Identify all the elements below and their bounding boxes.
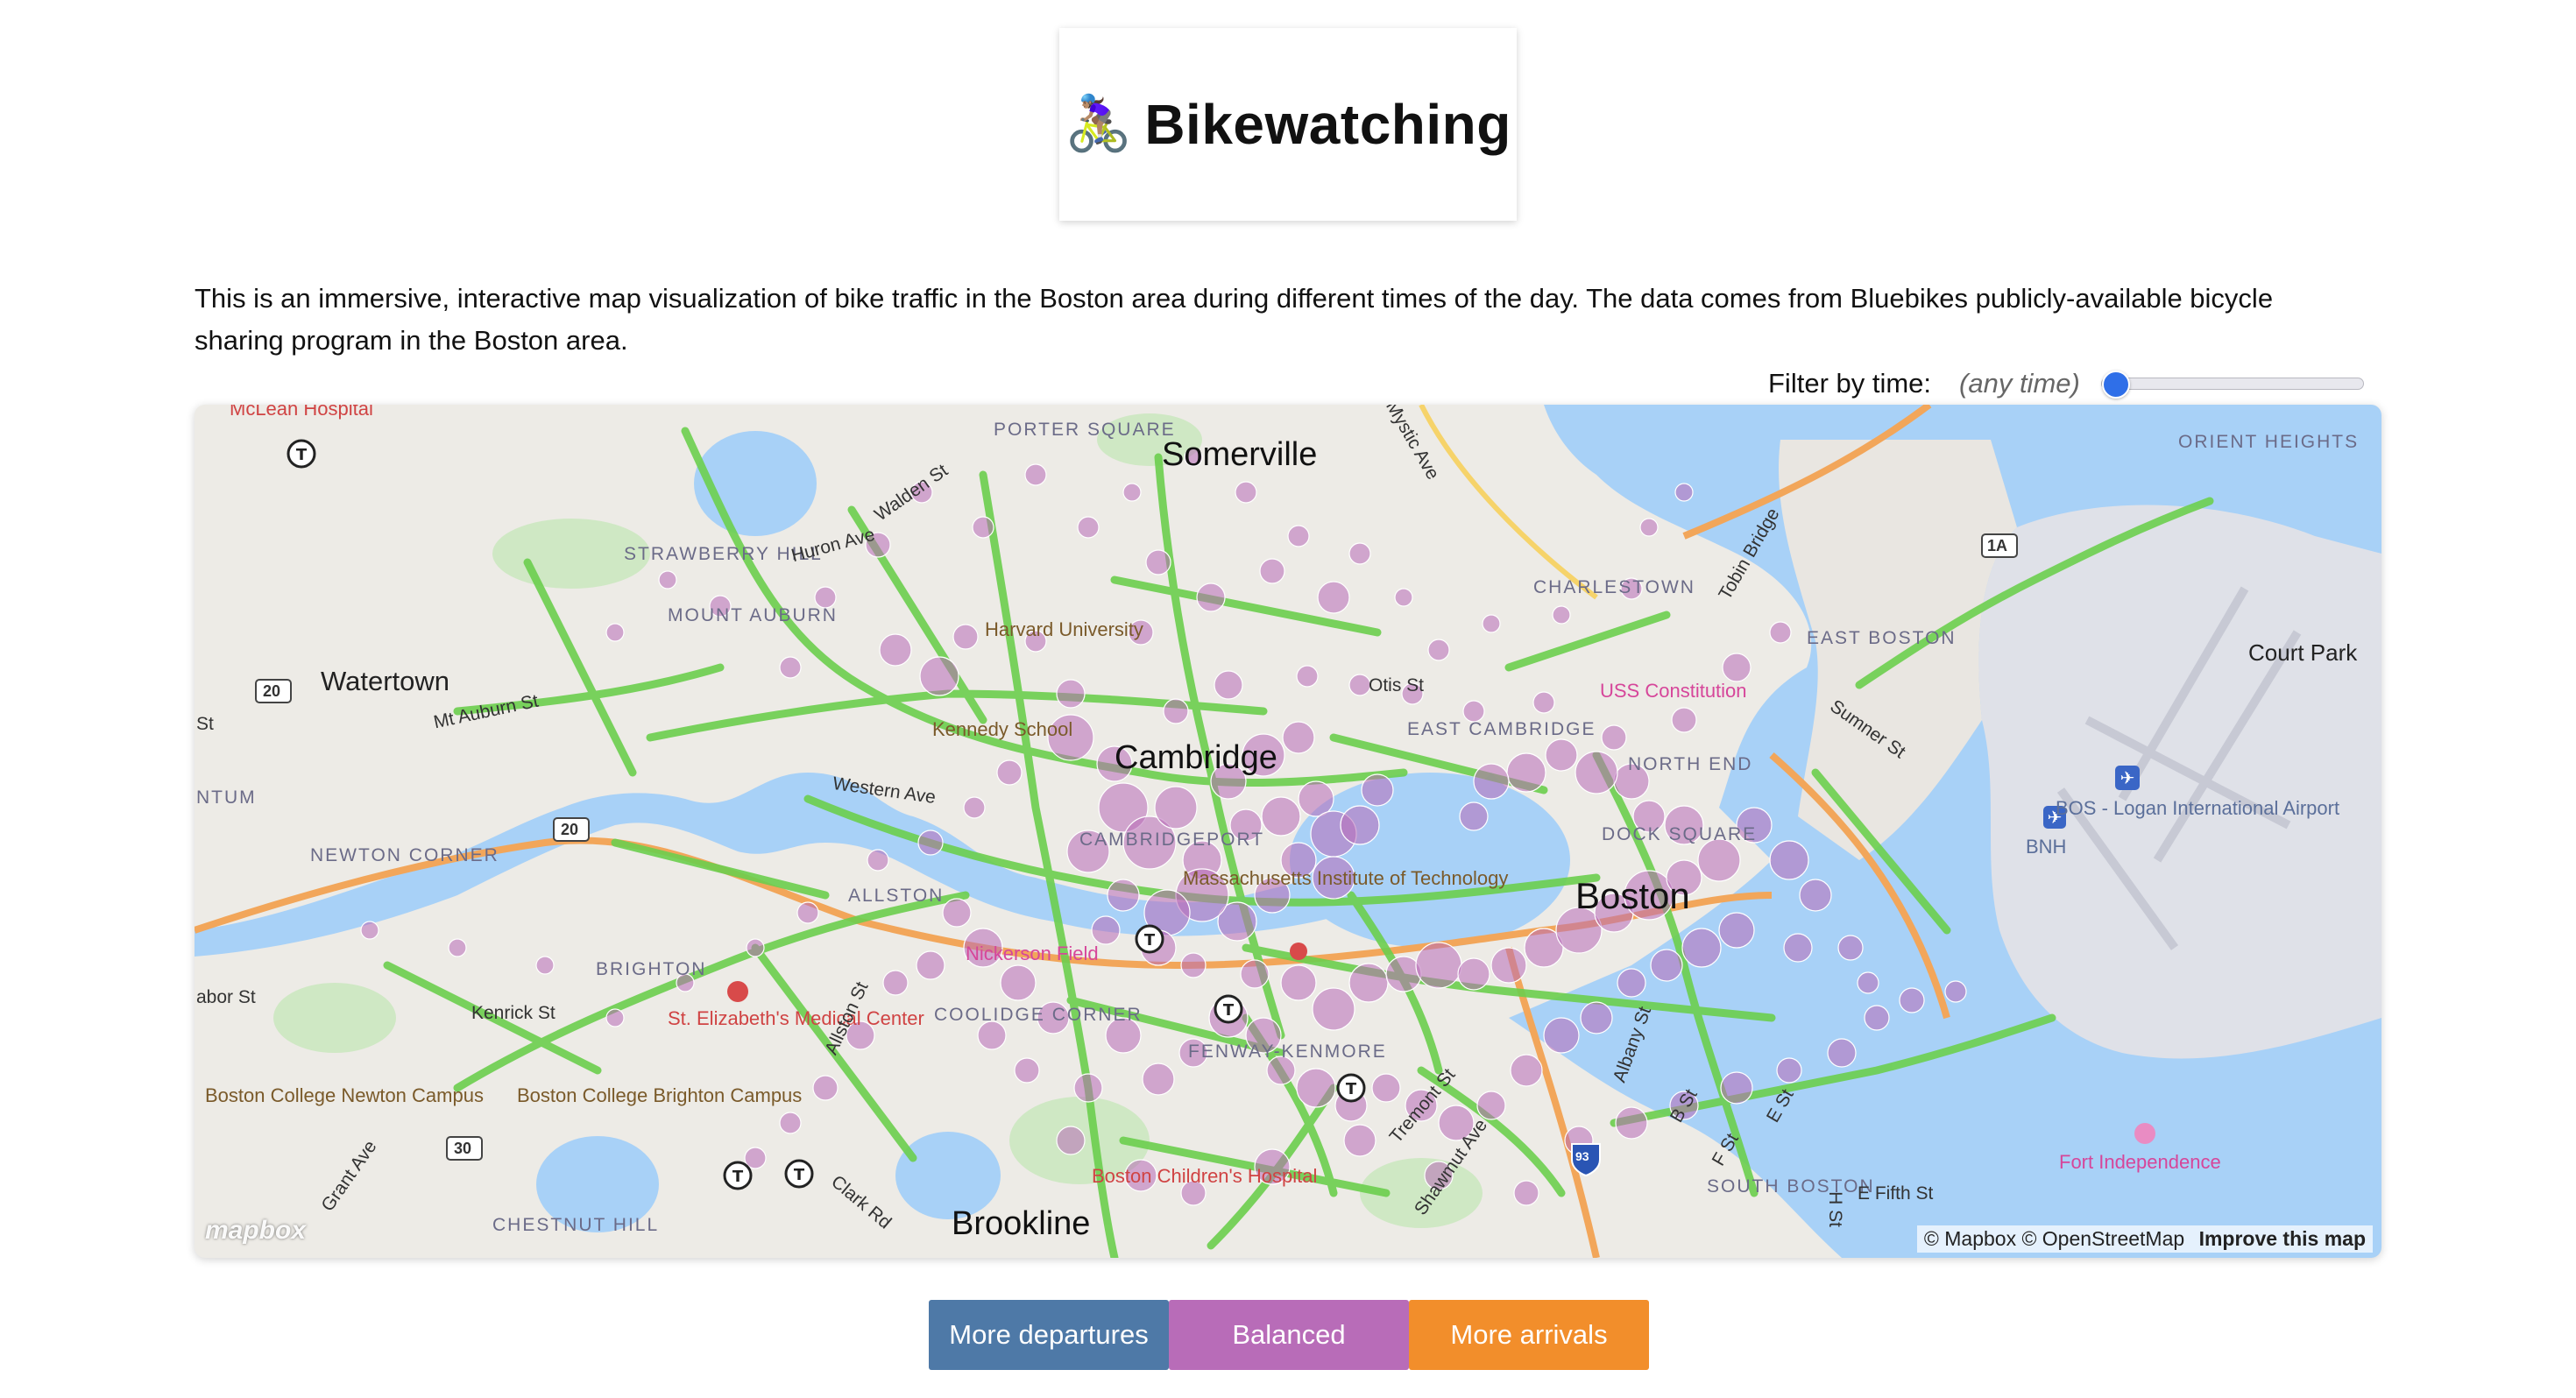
label-childrens: Boston Children's Hospital	[1092, 1165, 1318, 1187]
legend-more-departures: More departures	[929, 1300, 1169, 1370]
label-mit: Massachusetts Institute of Technology	[1183, 867, 1509, 889]
park	[273, 983, 396, 1053]
svg-text:✈: ✈	[2120, 767, 2135, 788]
label-dock-square: DOCK SQUARE	[1602, 824, 1758, 844]
legend: More departures Balanced More arrivals	[929, 1300, 1649, 1370]
map[interactable]: TTT TTT ✈ ✈ Somerville Watertown Cambridg…	[195, 405, 2381, 1258]
label-brighton: BRIGHTON	[596, 959, 707, 979]
label-abor-st: abor St	[196, 987, 256, 1007]
label-east-boston: EAST BOSTON	[1807, 628, 1957, 648]
improve-map-link[interactable]: Improve this map	[2199, 1227, 2366, 1250]
map-base: TTT TTT ✈✈	[195, 405, 2381, 1258]
label-orient-heights: ORIENT HEIGHTS	[2178, 432, 2360, 452]
page-title: Bikewatching	[1144, 93, 1511, 156]
label-south-boston: SOUTH BOSTON	[1707, 1176, 1875, 1197]
label-logan-airport: BOS - Logan International Airport	[2056, 797, 2340, 819]
label-ntum: NTUM	[196, 787, 257, 808]
label-kenrick-st: Kenrick St	[471, 1003, 556, 1023]
label-east-cambridge: EAST CAMBRIDGE	[1407, 719, 1596, 739]
map-attribution: © Mapbox © OpenStreetMap Improve this ma…	[1916, 1225, 2373, 1253]
label-st-elizabeth: St. Elizabeth's Medical Center	[668, 1007, 924, 1029]
time-slider-thumb[interactable]	[2101, 371, 2130, 399]
label-chestnut-hill: CHESTNUT HILL	[492, 1215, 660, 1235]
svg-text:T: T	[296, 446, 308, 464]
label-boston: Boston	[1575, 875, 1690, 916]
label-porter-square: PORTER SQUARE	[994, 420, 1176, 440]
label-cambridge: Cambridge	[1115, 739, 1277, 776]
hospital-marker	[727, 981, 748, 1002]
label-charlestown: CHARLESTOWN	[1533, 577, 1695, 597]
label-harvard: Harvard University	[985, 618, 1143, 640]
label-somerville: Somerville	[1162, 436, 1318, 473]
label-uss-constitution: USS Constitution	[1600, 680, 1747, 702]
intro-paragraph: This is an immersive, interactive map vi…	[195, 283, 2274, 356]
label-court-park: Court Park	[2248, 639, 2358, 666]
label-mount-auburn: MOUNT AUBURN	[668, 605, 838, 625]
label-mclean: McLean Hospital	[230, 405, 373, 420]
route-20-shield: 20	[561, 821, 579, 838]
route-30-shield: 30	[454, 1140, 472, 1157]
attribution-text[interactable]: © Mapbox © OpenStreetMap	[1924, 1227, 2184, 1250]
label-coolidge-corner: COOLIDGE CORNER	[934, 1005, 1143, 1025]
label-fort-independence: Fort Independence	[2059, 1151, 2221, 1173]
label-cambridgeport: CAMBRIDGEPORT	[1079, 830, 1265, 850]
label-h-st: H St	[1824, 1191, 1845, 1227]
label-north-end: NORTH END	[1628, 754, 1753, 774]
fort-marker	[2134, 1123, 2155, 1144]
legend-more-arrivals: More arrivals	[1409, 1300, 1649, 1370]
legend-balanced: Balanced	[1169, 1300, 1409, 1370]
route-1a-shield: 1A	[1987, 537, 2008, 554]
label-watertown: Watertown	[321, 666, 450, 696]
route-20-shield: 20	[263, 682, 281, 700]
label-bc-brighton: Boston College Brighton Campus	[517, 1084, 803, 1106]
time-filter: Filter by time: (any time)	[1768, 366, 2364, 401]
mapbox-logo[interactable]: mapbox	[205, 1216, 306, 1246]
label-otis-st: Otis St	[1369, 675, 1425, 695]
label-bc-newton: Boston College Newton Campus	[205, 1084, 484, 1106]
svg-text:T: T	[732, 1168, 744, 1186]
label-e-fifth-st: E Fifth St	[1858, 1183, 1934, 1204]
filter-label: Filter by time:	[1768, 368, 1932, 399]
filter-value: (any time)	[1959, 368, 2080, 399]
label-brookline: Brookline	[952, 1205, 1091, 1242]
hospital-marker	[1290, 943, 1307, 960]
title-card: 🚴🏽‍♀️ Bikewatching	[1059, 28, 1517, 221]
bike-emoji-icon: 🚴🏽‍♀️	[1065, 94, 1133, 154]
label-newton-corner: NEWTON CORNER	[310, 845, 499, 865]
label-fenway-kenmore: FENWAY-KENMORE	[1188, 1041, 1387, 1062]
label-st: St	[196, 714, 214, 734]
svg-text:T: T	[1144, 931, 1156, 950]
label-allston: ALLSTON	[848, 886, 945, 906]
label-nickerson: Nickerson Field	[966, 943, 1099, 964]
svg-text:T: T	[1223, 1001, 1235, 1020]
label-bnh: BNH	[2026, 836, 2067, 858]
time-slider[interactable]	[2100, 371, 2364, 399]
svg-text:T: T	[1346, 1080, 1357, 1098]
label-kennedy: Kennedy School	[932, 718, 1073, 740]
route-93-shield: 93	[1575, 1149, 1589, 1163]
airport-land	[1978, 505, 2381, 1059]
svg-text:T: T	[794, 1166, 805, 1184]
